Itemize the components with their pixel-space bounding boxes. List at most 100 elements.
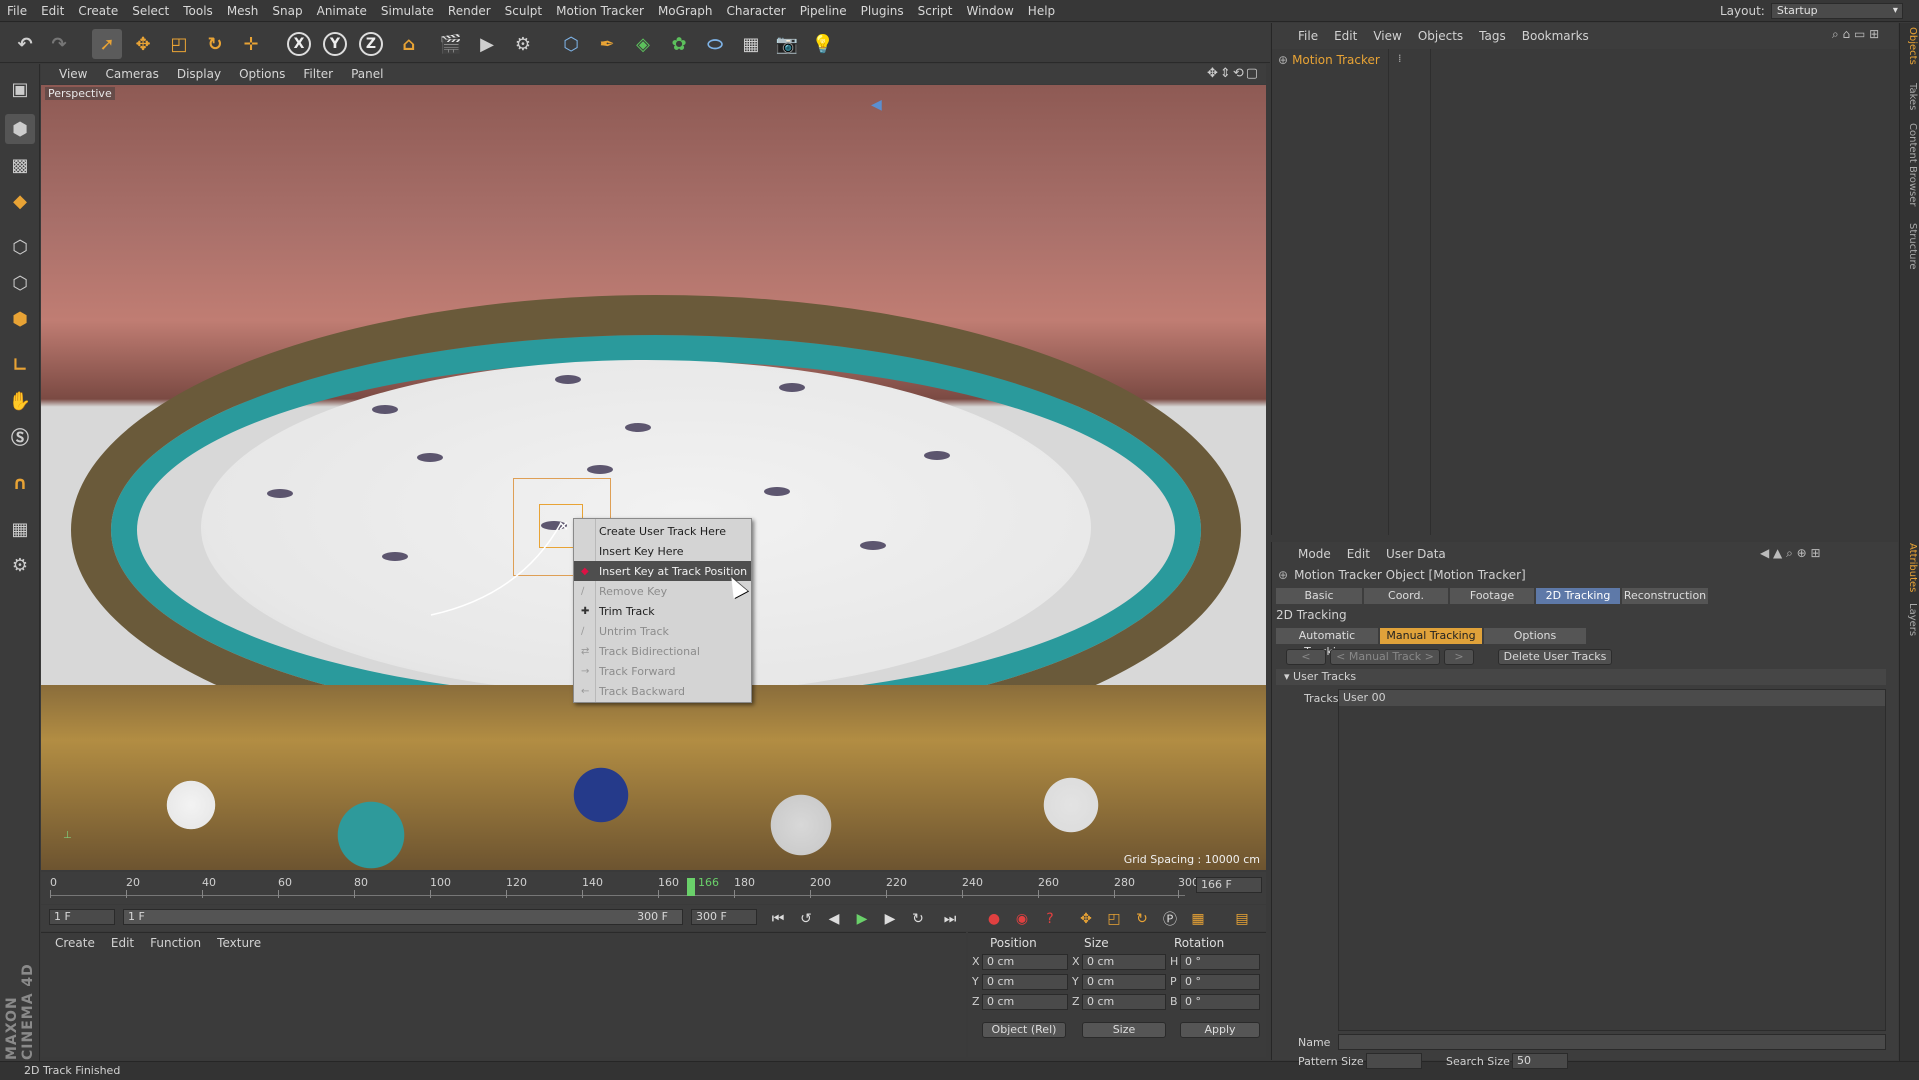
tab-content-browser-vertical[interactable]: Content Browser bbox=[1902, 123, 1918, 206]
size-y-field[interactable]: 0 cm bbox=[1082, 974, 1166, 990]
subdivision-icon[interactable]: ◈ bbox=[628, 29, 658, 59]
key-position-icon[interactable]: ✥ bbox=[1075, 909, 1097, 929]
record-active-objects-icon[interactable]: ● bbox=[983, 909, 1005, 929]
scale-icon[interactable]: ◰ bbox=[164, 29, 194, 59]
viewport-menu-options[interactable]: Options bbox=[230, 67, 294, 81]
undo-icon[interactable]: ↶ bbox=[10, 29, 40, 59]
om-menu-view[interactable]: View bbox=[1365, 29, 1409, 43]
material-menu-texture[interactable]: Texture bbox=[209, 936, 269, 950]
manual-track-button[interactable]: < Manual Track > bbox=[1330, 649, 1440, 665]
end-frame-field[interactable]: 300 F bbox=[691, 909, 757, 925]
size-z-field[interactable]: 0 cm bbox=[1082, 994, 1166, 1010]
coordinate-mode-dropdown[interactable]: Object (Rel) bbox=[982, 1022, 1066, 1038]
render-settings-icon[interactable]: ⚙ bbox=[508, 29, 538, 59]
name-field[interactable] bbox=[1338, 1034, 1886, 1050]
om-menu-tags[interactable]: Tags bbox=[1471, 29, 1514, 43]
magnet-icon[interactable]: ∩ bbox=[5, 468, 35, 498]
pen-icon[interactable]: ✒ bbox=[592, 29, 622, 59]
render-picture-viewer-icon[interactable]: ▶ bbox=[472, 29, 502, 59]
apply-button[interactable]: Apply bbox=[1180, 1022, 1260, 1038]
camera-icon[interactable]: 📷 bbox=[772, 29, 802, 59]
ctx-insert-key-here[interactable]: Insert Key Here bbox=[574, 541, 751, 561]
texture-mode-icon[interactable]: ▩ bbox=[5, 150, 35, 180]
tab-2d-tracking[interactable]: 2D Tracking bbox=[1536, 588, 1620, 604]
key-scale-icon[interactable]: ◰ bbox=[1103, 909, 1125, 929]
next-track-button[interactable]: > bbox=[1444, 649, 1474, 665]
am-menu-mode[interactable]: Mode bbox=[1290, 547, 1339, 561]
tab-structure-vertical[interactable]: Structure bbox=[1902, 223, 1918, 270]
tab-reconstruction[interactable]: Reconstruction bbox=[1622, 588, 1708, 604]
ctx-trim-track[interactable]: ✚ Trim Track bbox=[574, 601, 751, 621]
live-selection-icon[interactable]: ➚ bbox=[92, 29, 122, 59]
ctx-insert-key-at-track-position[interactable]: ◆ Insert Key at Track Position bbox=[574, 561, 751, 581]
play-icon[interactable]: ▶ bbox=[851, 909, 873, 929]
rotation-h-field[interactable]: 0 ° bbox=[1180, 954, 1260, 970]
move-icon[interactable]: ✥ bbox=[128, 29, 158, 59]
menu-select[interactable]: Select bbox=[125, 4, 176, 18]
position-z-field[interactable]: 0 cm bbox=[982, 994, 1068, 1010]
lock-workplane-icon[interactable]: ▦ bbox=[5, 514, 35, 544]
menu-simulate[interactable]: Simulate bbox=[374, 4, 441, 18]
previous-key-icon[interactable]: ↺ bbox=[795, 909, 817, 929]
make-editable-icon[interactable]: ▣ bbox=[5, 74, 35, 104]
viewport-menu-view[interactable]: View bbox=[41, 67, 96, 81]
ctx-create-user-track-here[interactable]: Create User Track Here bbox=[574, 521, 751, 541]
viewport-menu-panel[interactable]: Panel bbox=[342, 67, 392, 81]
menu-motion-tracker[interactable]: Motion Tracker bbox=[549, 4, 651, 18]
previous-track-button[interactable]: < bbox=[1286, 649, 1326, 665]
redo-icon[interactable]: ↷ bbox=[44, 29, 74, 59]
position-y-field[interactable]: 0 cm bbox=[982, 974, 1068, 990]
transform-icon[interactable]: ✛ bbox=[236, 29, 266, 59]
rotation-p-field[interactable]: 0 ° bbox=[1180, 974, 1260, 990]
ctx-remove-key[interactable]: ∕ Remove Key bbox=[574, 581, 751, 601]
next-frame-icon[interactable]: ▶ bbox=[879, 909, 901, 929]
menu-create[interactable]: Create bbox=[71, 4, 125, 18]
viewport-menu-display[interactable]: Display bbox=[168, 67, 230, 81]
previous-frame-icon[interactable]: ◀ bbox=[823, 909, 845, 929]
menu-script[interactable]: Script bbox=[911, 4, 960, 18]
om-menu-bookmarks[interactable]: Bookmarks bbox=[1514, 29, 1597, 43]
menu-plugins[interactable]: Plugins bbox=[854, 4, 911, 18]
subtab-manual-tracking[interactable]: Manual Tracking bbox=[1380, 628, 1482, 644]
key-parameter-icon[interactable]: Ⓟ bbox=[1159, 909, 1181, 929]
menu-window[interactable]: Window bbox=[959, 4, 1020, 18]
user-tracks-group[interactable]: ▾ User Tracks bbox=[1276, 669, 1886, 685]
autokeying-icon[interactable]: ◉ bbox=[1011, 909, 1033, 929]
coordinate-system-icon[interactable]: ⌂ bbox=[394, 29, 424, 59]
playhead[interactable] bbox=[687, 878, 695, 896]
light-icon[interactable]: 💡 bbox=[808, 29, 838, 59]
polygons-mode-icon[interactable]: ⬢ bbox=[5, 304, 35, 334]
go-to-end-icon[interactable]: ⏭ bbox=[939, 909, 961, 929]
tweak-mode-icon[interactable]: ✋ bbox=[5, 386, 35, 416]
cube-icon[interactable]: ⬡ bbox=[556, 29, 586, 59]
object-row-motion-tracker[interactable]: ⊕ Motion Tracker bbox=[1278, 51, 1380, 69]
current-frame-field[interactable]: 166 F bbox=[1196, 877, 1262, 893]
ctx-track-backward[interactable]: ← Track Backward bbox=[574, 681, 751, 701]
menu-mesh[interactable]: Mesh bbox=[220, 4, 266, 18]
menu-character[interactable]: Character bbox=[719, 4, 792, 18]
axis-mode-icon[interactable]: ∟ bbox=[5, 350, 35, 380]
viewport-navigation-icons[interactable]: ✥⇕⟲▢ bbox=[1207, 66, 1260, 81]
material-menu-function[interactable]: Function bbox=[142, 936, 209, 950]
snap-icon[interactable]: Ⓢ bbox=[5, 422, 35, 452]
am-menu-edit[interactable]: Edit bbox=[1339, 547, 1378, 561]
key-pla-icon[interactable]: ▦ bbox=[1187, 909, 1209, 929]
floor-icon[interactable]: ▦ bbox=[736, 29, 766, 59]
menu-file[interactable]: File bbox=[0, 4, 34, 18]
tab-footage[interactable]: Footage bbox=[1450, 588, 1534, 604]
z-axis-lock-icon[interactable]: Z bbox=[356, 29, 386, 59]
next-key-icon[interactable]: ↻ bbox=[907, 909, 929, 929]
workplane-icon[interactable]: ◆ bbox=[5, 186, 35, 216]
ctx-untrim-track[interactable]: ∕ Untrim Track bbox=[574, 621, 751, 641]
am-menu-user-data[interactable]: User Data bbox=[1378, 547, 1454, 561]
size-x-field[interactable]: 0 cm bbox=[1082, 954, 1166, 970]
menu-pipeline[interactable]: Pipeline bbox=[793, 4, 854, 18]
list-item[interactable]: User 00 bbox=[1339, 690, 1885, 706]
om-menu-file[interactable]: File bbox=[1290, 29, 1326, 43]
search-size-field[interactable]: 50 bbox=[1512, 1053, 1568, 1069]
subtab-automatic-tracking[interactable]: Automatic Tracking bbox=[1276, 628, 1378, 658]
tab-basic[interactable]: Basic bbox=[1276, 588, 1362, 604]
tab-layers-vertical[interactable]: Layers bbox=[1902, 603, 1918, 636]
visibility-toggle-icon[interactable]: ⁞ bbox=[1398, 52, 1402, 65]
tab-coord[interactable]: Coord. bbox=[1364, 588, 1448, 604]
